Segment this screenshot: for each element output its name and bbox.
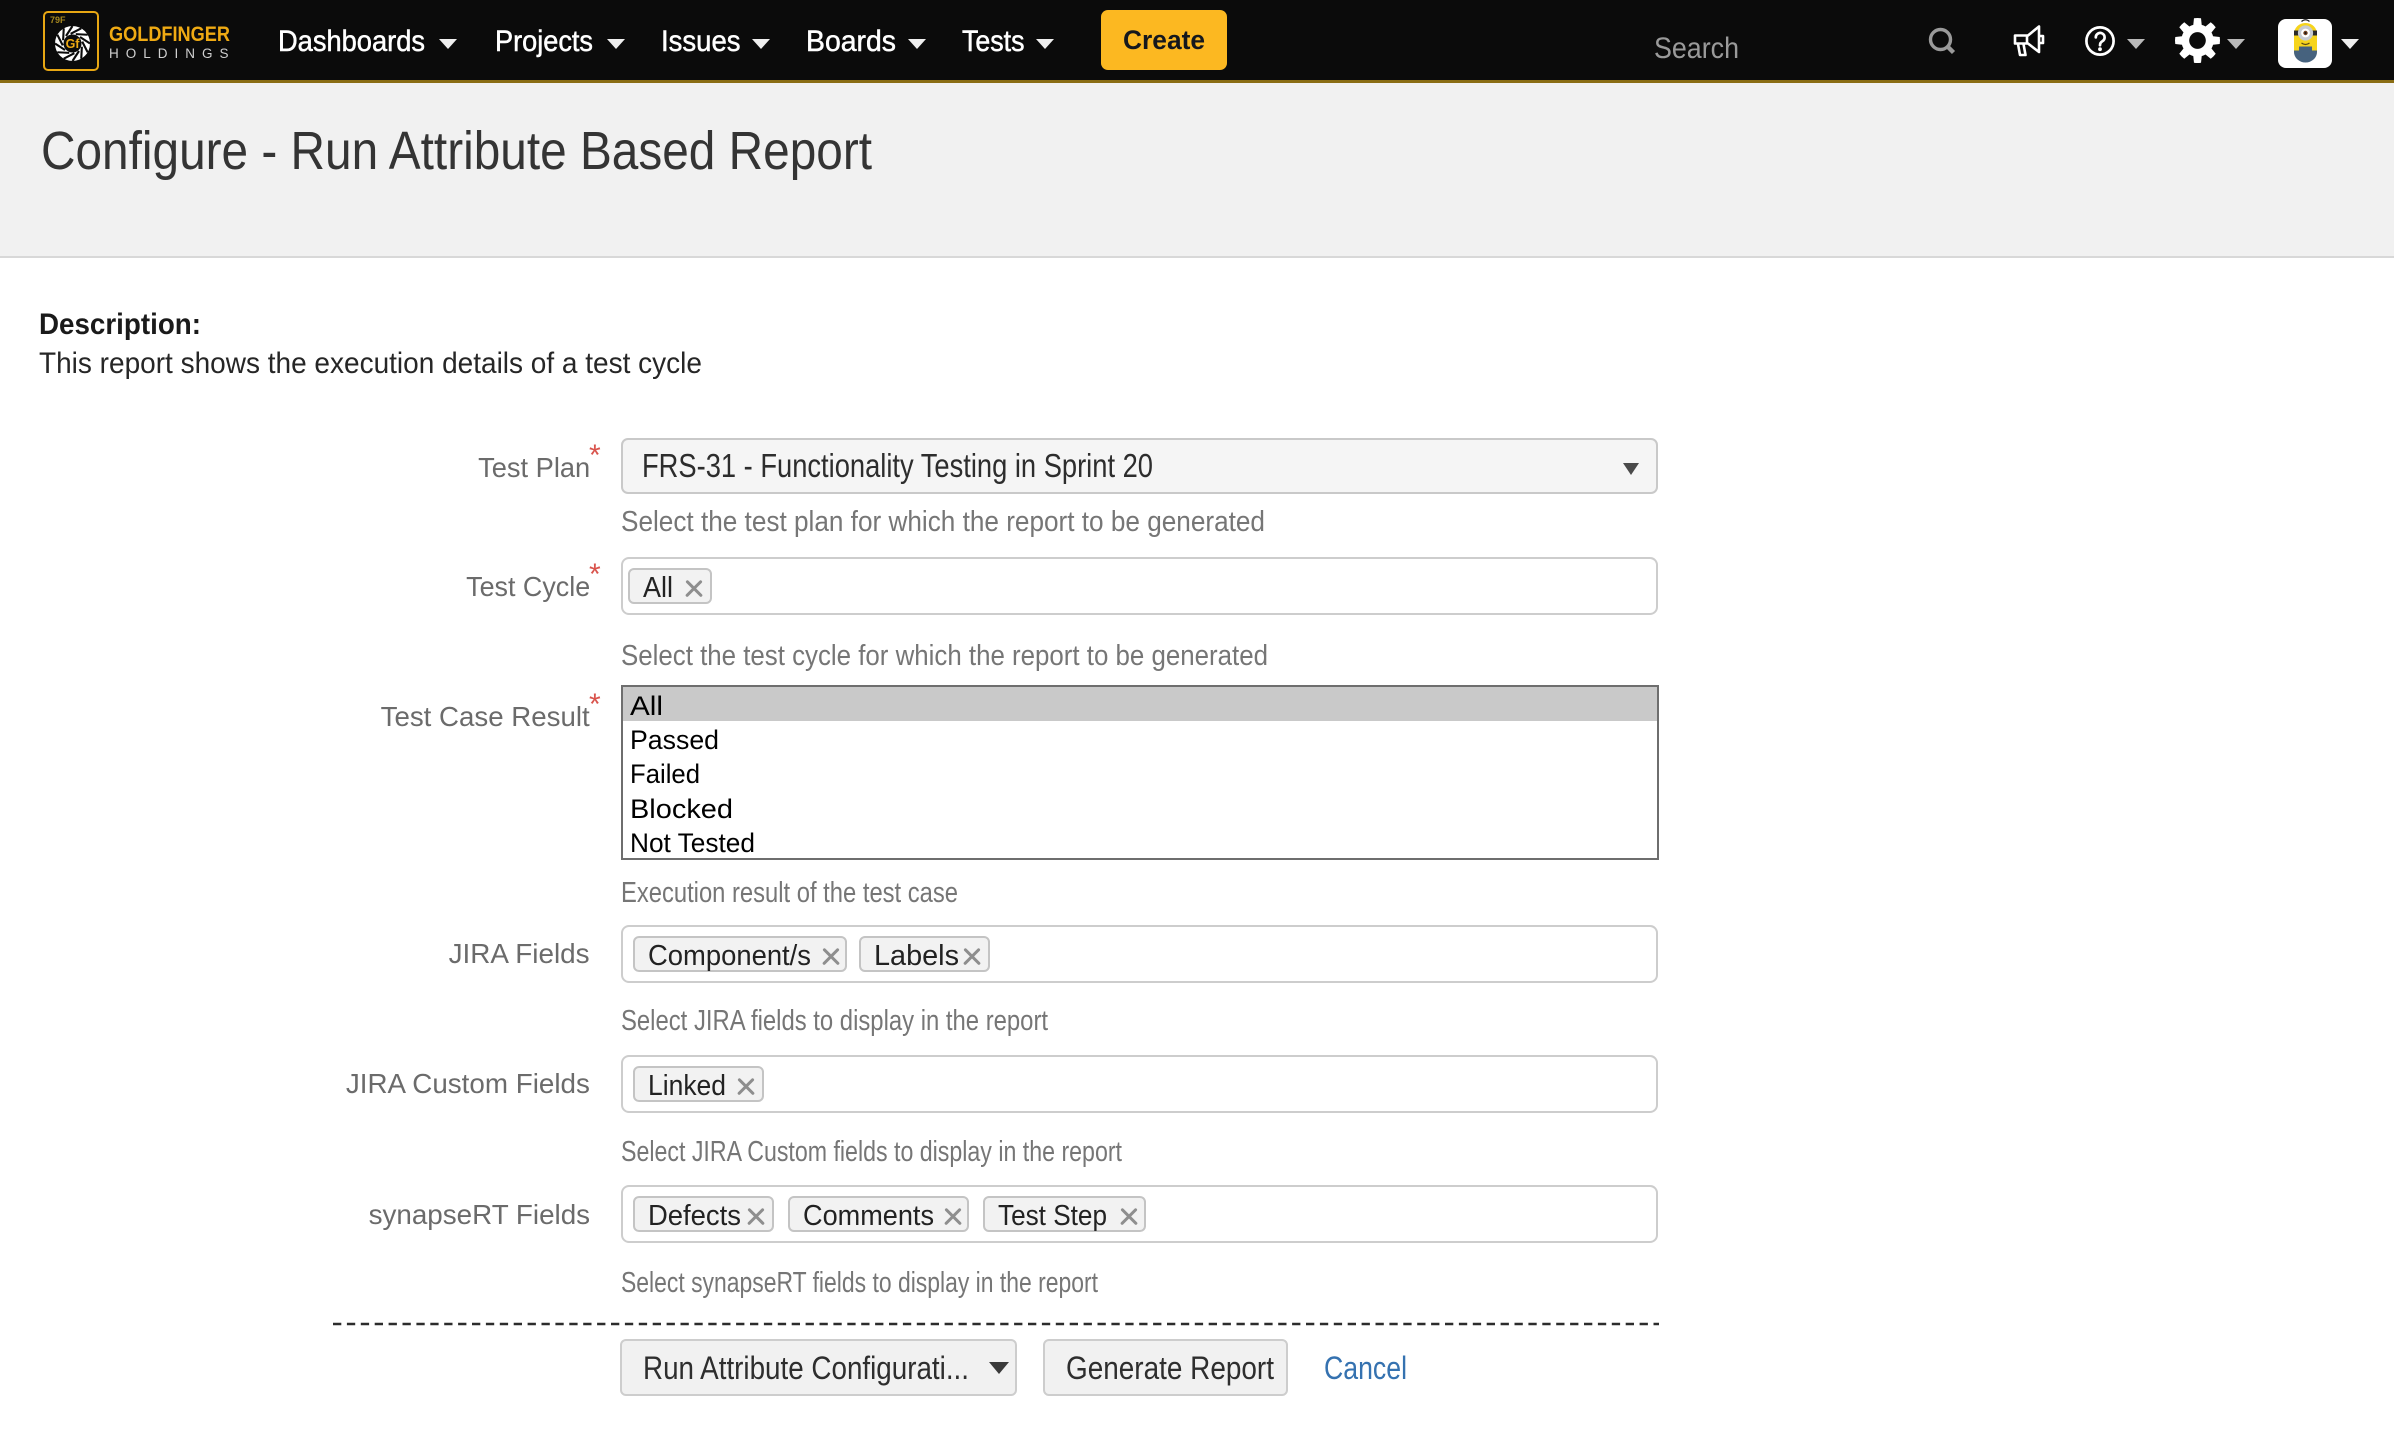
svg-text:Gf: Gf — [66, 37, 81, 51]
